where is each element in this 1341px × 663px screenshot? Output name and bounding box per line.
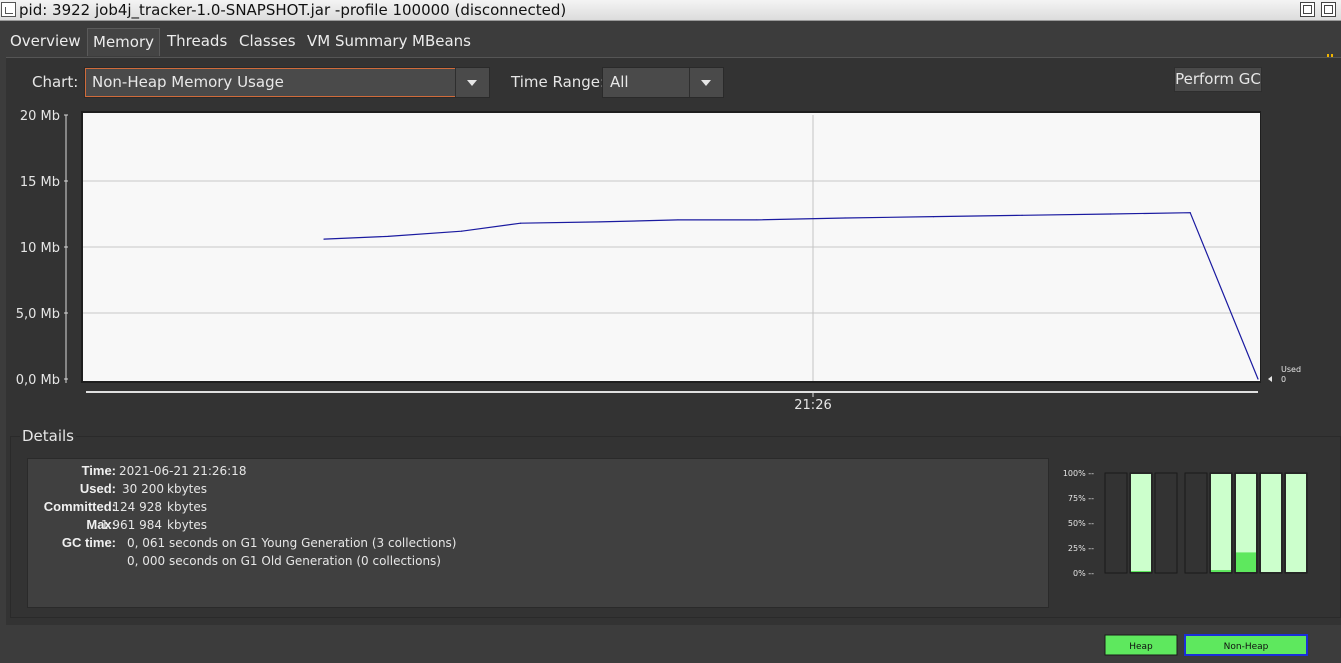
pool-bar [1154, 472, 1178, 574]
gc-young-value: 0, 061 [127, 536, 166, 550]
window-title: pid: 3922 job4j_tracker-1.0-SNAPSHOT.jar… [19, 1, 567, 19]
pool-used-fill [1211, 570, 1231, 572]
used-unit: kbytes [167, 482, 208, 496]
gc-old-text: seconds on G1 Old Generation (0 collecti… [169, 554, 441, 568]
time-range-label: Time Range: [511, 73, 606, 91]
percent-label: 0% -- [1073, 569, 1094, 578]
series-used-point [677, 219, 679, 221]
time-range-value: All [610, 73, 629, 91]
committed-value: 124 928 [112, 500, 162, 514]
series-used-point [323, 238, 325, 240]
legend-value: 0 [1281, 375, 1286, 384]
tab-bar: Overview Memory Threads Classes VM Summa… [0, 22, 1341, 64]
pool-bar [1104, 472, 1128, 574]
tab-memory[interactable]: Memory [87, 28, 161, 56]
memory-chart: 20 Mb 15 Mb 10 Mb 5,0 Mb 0,0 Mb 21:26 Used 0 [16, 109, 1301, 413]
series-used-point [755, 219, 758, 221]
pool-committed-fill [1211, 474, 1231, 572]
max-value: 1 961 984 [100, 518, 162, 532]
pool-used-fill [1236, 552, 1256, 572]
y-tick-label: 20 Mb [20, 109, 60, 124]
tab-mbeans[interactable]: MBeans [407, 28, 476, 56]
y-tick-label: 0,0 Mb [16, 373, 60, 388]
used-label: Used: [79, 481, 116, 496]
heap-label: Heap [1129, 642, 1153, 652]
chart-select[interactable]: Non-Heap Memory Usage [84, 67, 490, 98]
series-used-point [461, 230, 463, 232]
tab-overview[interactable]: Overview [5, 28, 86, 56]
max-unit: kbytes [167, 518, 208, 532]
memory-panel: Chart: Non-Heap Memory Usage Time Range:… [6, 57, 1341, 656]
pool-used-fill [1131, 571, 1151, 572]
close-button[interactable] [1321, 2, 1336, 17]
y-tick-label: 5,0 Mb [16, 307, 60, 322]
gc-time-label: GC time: [61, 535, 116, 550]
y-tick-label: 15 Mb [20, 175, 60, 190]
series-used-point [1021, 214, 1023, 216]
non-heap-label: Non-Heap [1224, 642, 1269, 652]
app-icon [1, 2, 16, 17]
tab-threads[interactable]: Threads [162, 28, 232, 56]
legend-marker [1268, 376, 1272, 382]
committed-label: Committed: [43, 499, 116, 514]
chevron-down-icon[interactable] [689, 68, 723, 97]
committed-unit: kbytes [167, 500, 208, 514]
tab-classes[interactable]: Classes [234, 28, 301, 56]
series-used-point [932, 216, 935, 218]
series-used-point [520, 222, 522, 224]
pool-committed-fill [1261, 474, 1281, 572]
details-title: Details [20, 427, 77, 445]
series-used-point [1109, 213, 1112, 215]
chart-select-value: Non-Heap Memory Usage [92, 73, 284, 91]
memory-pool-bars: 100% -- 75% -- 50% -- 25% -- 0% -- Heap Non-He… [1063, 469, 1308, 656]
perform-gc-button[interactable]: Perform GC [1174, 67, 1262, 92]
pool-bar [1184, 472, 1208, 574]
pool-committed-fill [1286, 474, 1306, 572]
pool-committed-fill [1131, 474, 1151, 572]
series-used-point [1189, 212, 1191, 214]
window-titlebar: pid: 3922 job4j_tracker-1.0-SNAPSHOT.jar… [0, 0, 1341, 21]
chevron-down-icon[interactable] [455, 68, 489, 97]
series-used-point [1257, 378, 1259, 380]
series-used-point [598, 221, 600, 223]
series-used-point [387, 235, 389, 238]
y-tick-label: 10 Mb [20, 241, 60, 256]
x-tick-label: 21:26 [794, 398, 831, 413]
tab-vm-summary[interactable]: VM Summary [302, 28, 412, 56]
percent-label: 100% -- [1063, 469, 1094, 478]
details-info: Time: 2021-06-21 21:26:18 Used: 30 200 k… [27, 458, 1049, 608]
percent-label: 25% -- [1068, 544, 1094, 553]
gc-young-text: seconds on G1 Young Generation (3 collec… [169, 536, 457, 550]
chart-label: Chart: [32, 73, 79, 91]
series-used-point [844, 217, 846, 219]
legend-name: Used [1281, 365, 1301, 374]
time-label: Time: [81, 463, 116, 478]
maximize-button[interactable] [1300, 2, 1315, 17]
percent-label: 50% -- [1068, 519, 1094, 528]
time-value: 2021-06-21 21:26:18 [119, 464, 247, 478]
used-value: 30 200 [122, 482, 164, 496]
gc-old-value: 0, 000 [127, 554, 166, 568]
percent-label: 75% -- [1068, 494, 1094, 503]
time-range-select[interactable]: All [602, 67, 724, 98]
